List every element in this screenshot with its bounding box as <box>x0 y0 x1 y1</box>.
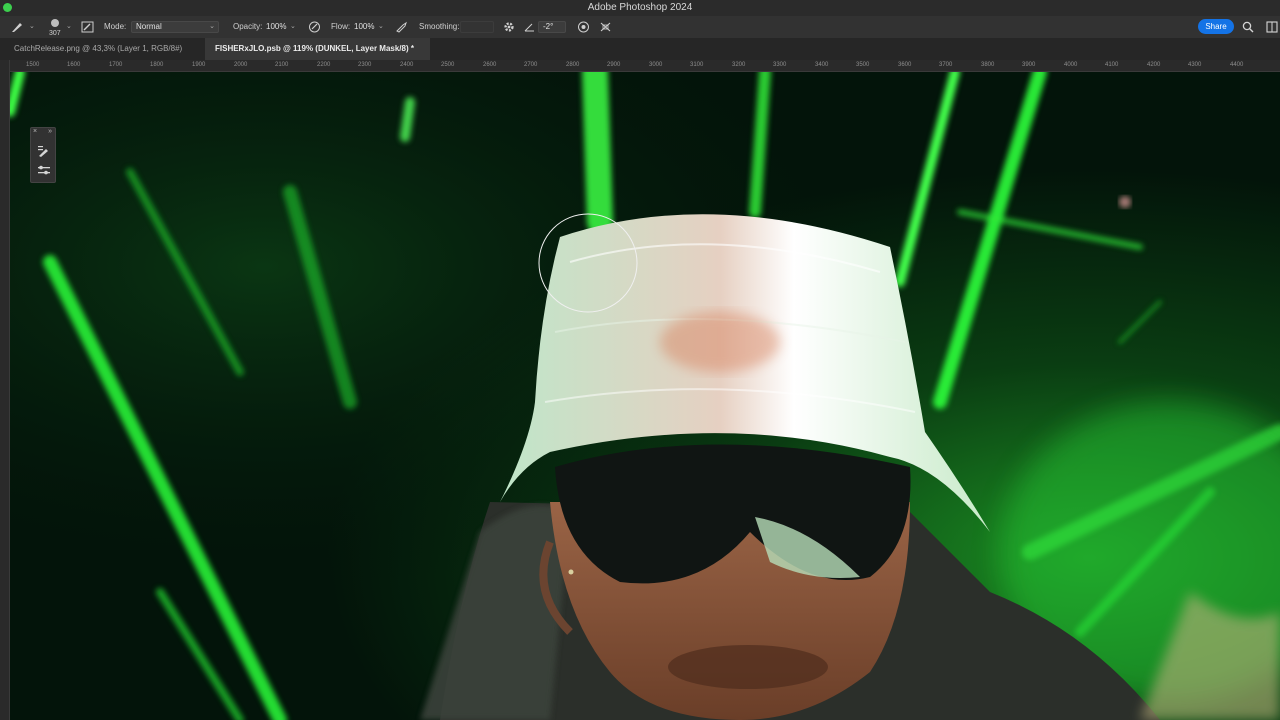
ruler-tick: 4400 <box>1230 62 1244 68</box>
flow-value[interactable]: 100% <box>354 16 374 38</box>
chevron-down-icon[interactable]: ⌄ <box>29 16 35 38</box>
brush-settings-panel-icon[interactable] <box>37 164 51 176</box>
ruler-tick: 2900 <box>607 62 621 68</box>
ruler-tick: 3900 <box>1022 62 1036 68</box>
ruler-tick: 3600 <box>898 62 912 68</box>
ruler-tick: 1800 <box>150 62 164 68</box>
ruler-tick: 2400 <box>400 62 414 68</box>
opacity-label: Opacity: <box>233 22 263 31</box>
ruler-tick: 4200 <box>1147 62 1161 68</box>
ruler-tick: 1500 <box>26 62 40 68</box>
angle-value: -2° <box>543 22 554 31</box>
angle-icon <box>524 23 534 32</box>
vertical-ruler[interactable] <box>0 60 10 720</box>
ruler-tick: 4100 <box>1105 62 1119 68</box>
brush-panel-icon[interactable] <box>37 144 51 158</box>
tab-label: CatchRelease.png @ 43,3% (Layer 1, RGB/8… <box>14 44 183 53</box>
tab-fisherxjlo[interactable]: FISHERxJLO.psb @ 119% (DUNKEL, Layer Mas… <box>205 38 430 60</box>
ruler-tick: 3500 <box>856 62 870 68</box>
ruler-tick: 3100 <box>690 62 704 68</box>
smoothing-label: Smoothing: <box>419 22 460 31</box>
ruler-tick: 3800 <box>981 62 995 68</box>
window-control-icon[interactable] <box>3 3 12 12</box>
mode-value: Normal <box>136 22 162 31</box>
flow-label: Flow: <box>331 22 351 31</box>
options-bar: ⌄ 307 ⌄ Mode: Normal ⌄ Opacity: 100% ⌄ F… <box>0 16 1280 38</box>
ruler-tick: 1900 <box>192 62 206 68</box>
title-bar: Adobe Photoshop 2024 <box>0 0 1280 16</box>
ruler-tick: 2800 <box>566 62 580 68</box>
angle-field[interactable]: -2° <box>538 21 566 33</box>
airbrush-icon[interactable] <box>395 21 408 33</box>
ruler-tick: 1600 <box>67 62 81 68</box>
chevron-down-icon: ⌄ <box>209 23 215 30</box>
app-title: Adobe Photoshop 2024 <box>587 2 693 13</box>
brush-settings-icon[interactable] <box>81 21 94 33</box>
ruler-tick: 1700 <box>109 62 123 68</box>
chevron-down-icon[interactable]: ⌄ <box>378 16 384 38</box>
opacity-value[interactable]: 100% <box>266 16 286 38</box>
smoothing-field[interactable] <box>460 21 494 33</box>
ruler-tick: 3400 <box>815 62 829 68</box>
document-tab-bar: CatchRelease.png @ 43,3% (Layer 1, RGB/8… <box>0 38 1280 60</box>
ruler-tick: 2600 <box>483 62 497 68</box>
symmetry-icon[interactable] <box>599 21 612 33</box>
gear-icon[interactable] <box>503 21 515 33</box>
artwork-image <box>10 72 1280 720</box>
brush-mini-panel: × » <box>30 127 56 183</box>
search-icon[interactable] <box>1242 21 1254 33</box>
ruler-tick: 2000 <box>234 62 248 68</box>
tab-catchrelease[interactable]: CatchRelease.png @ 43,3% (Layer 1, RGB/8… <box>0 38 205 60</box>
pressure-opacity-icon[interactable] <box>308 21 321 33</box>
ruler-tick: 2700 <box>524 62 538 68</box>
chevron-down-icon[interactable]: ⌄ <box>66 16 72 38</box>
pressure-size-icon[interactable] <box>577 21 590 33</box>
ruler-tick: 3000 <box>649 62 663 68</box>
chevron-down-icon[interactable]: ⌄ <box>290 16 296 38</box>
ruler-tick: 3300 <box>773 62 787 68</box>
collapse-icon[interactable]: » <box>48 128 52 135</box>
ruler-tick: 2500 <box>441 62 455 68</box>
horizontal-ruler[interactable]: 1500 1600 1700 1800 1900 2000 2100 2200 … <box>10 60 1280 72</box>
close-icon[interactable]: × <box>33 128 37 135</box>
ruler-tick: 2100 <box>275 62 289 68</box>
mode-label: Mode: <box>104 22 127 31</box>
ruler-tick: 2200 <box>317 62 331 68</box>
ruler-tick: 4000 <box>1064 62 1078 68</box>
mode-select[interactable]: Normal ⌄ <box>131 21 219 33</box>
brush-tool-icon[interactable] <box>10 21 24 33</box>
ruler-tick: 3700 <box>939 62 953 68</box>
document-canvas[interactable] <box>10 72 1280 720</box>
ruler-tick: 2300 <box>358 62 372 68</box>
ruler-tick: 4300 <box>1188 62 1202 68</box>
share-button[interactable]: Share <box>1198 19 1234 34</box>
ruler-tick: 3200 <box>732 62 746 68</box>
workspace-icon[interactable] <box>1266 21 1278 33</box>
tab-label: FISHERxJLO.psb @ 119% (DUNKEL, Layer Mas… <box>215 44 414 53</box>
